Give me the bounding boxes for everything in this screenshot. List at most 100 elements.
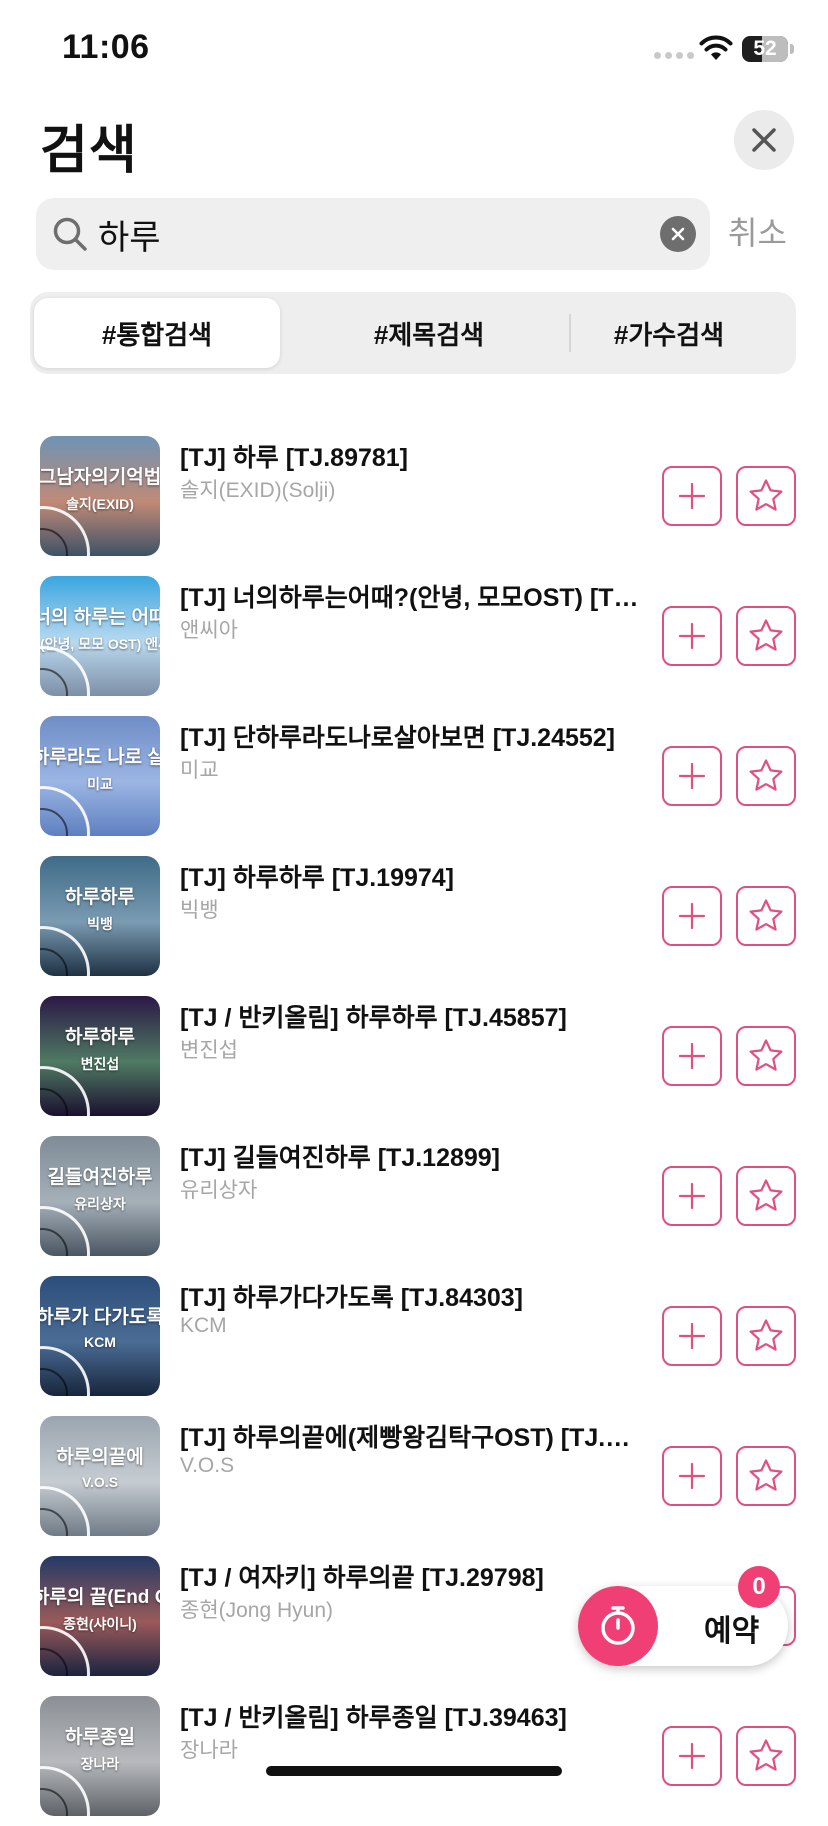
add-to-queue-button[interactable] [662, 1026, 722, 1086]
add-to-queue-button[interactable] [662, 1166, 722, 1226]
song-artist: 변진섭 [180, 1039, 238, 1062]
star-icon [747, 1737, 785, 1775]
song-artist: 미교 [180, 759, 219, 782]
favorite-button[interactable] [736, 1026, 796, 1086]
favorite-button[interactable] [736, 1306, 796, 1366]
song-artist: 유리상자 [180, 1179, 258, 1202]
favorite-button[interactable] [736, 1726, 796, 1786]
add-to-queue-button[interactable] [662, 746, 722, 806]
star-icon [747, 1317, 785, 1355]
favorite-button[interactable] [736, 746, 796, 806]
star-icon [747, 477, 785, 515]
star-icon [747, 1457, 785, 1495]
song-row[interactable]: 하루종일 장나라 [TJ / 반키올림] 하루종일 [TJ.39463] 장나라 [0, 1686, 828, 1826]
song-row[interactable]: 너의 하루는 어때(안녕, 모모 OST) 앤씨아 [TJ] 너의하루는어때?(안… [0, 566, 828, 706]
song-title: [TJ] 하루가다가도록 [TJ.84303] [180, 1284, 524, 1312]
plus-icon [677, 1321, 707, 1351]
clear-search-button[interactable] [660, 216, 696, 252]
stopwatch-icon [578, 1586, 658, 1666]
plus-icon [677, 901, 707, 931]
cellular-signal-icon [654, 52, 694, 59]
add-to-queue-button[interactable] [662, 886, 722, 946]
thumbnail-title: 하루가 다가도록 [40, 1307, 160, 1328]
album-thumbnail[interactable]: 하루가 다가도록 KCM [40, 1276, 160, 1396]
song-title: [TJ / 반키올림] 하루종일 [TJ.39463] [180, 1704, 567, 1732]
add-to-queue-button[interactable] [662, 606, 722, 666]
song-artist: 솔지(EXID)(Solji) [180, 479, 336, 502]
album-thumbnail[interactable]: 하루라도 나로 살아미교 [40, 716, 160, 836]
search-type-tabs: #통합검색 #제목검색 #가수검색 [30, 292, 796, 374]
album-thumbnail[interactable]: 하루하루 빅뱅 [40, 856, 160, 976]
plus-icon [677, 481, 707, 511]
plus-icon [677, 1741, 707, 1771]
status-time: 11:06 [62, 28, 150, 66]
song-title: [TJ] 하루하루 [TJ.19974] [180, 864, 455, 892]
favorite-button[interactable] [736, 1166, 796, 1226]
favorite-button[interactable] [736, 606, 796, 666]
tab-title-search[interactable]: #제목검색 [306, 298, 552, 368]
star-icon [747, 1037, 785, 1075]
thumbnail-title: 하루의 끝(End Of A Day) [40, 1587, 160, 1608]
thumbnail-title: 너의 하루는 어때 [40, 607, 160, 628]
star-icon [747, 1177, 785, 1215]
song-row[interactable]: 하루하루 변진섭 [TJ / 반키올림] 하루하루 [TJ.45857] 변진섭 [0, 986, 828, 1126]
star-icon [747, 757, 785, 795]
song-row[interactable]: 하루라도 나로 살아미교 [TJ] 단하루라도나로살아보면 [TJ.24552] 미… [0, 706, 828, 846]
search-input[interactable] [98, 212, 658, 256]
add-to-queue-button[interactable] [662, 466, 722, 526]
tab-artist-search[interactable]: #가수검색 [546, 298, 792, 368]
album-thumbnail[interactable]: 하루종일 장나라 [40, 1696, 160, 1816]
reserve-label: 예약 [704, 1615, 760, 1648]
star-icon [747, 897, 785, 935]
song-artist: 장나라 [180, 1739, 238, 1762]
add-to-queue-button[interactable] [662, 1446, 722, 1506]
search-bar [36, 198, 710, 270]
album-thumbnail[interactable]: 그남자의기억법 솔지(EXID) [40, 436, 160, 556]
reserve-count-badge: 0 [738, 1566, 780, 1608]
tab-integrated-search[interactable]: #통합검색 [34, 298, 280, 368]
album-thumbnail[interactable]: 하루하루 변진섭 [40, 996, 160, 1116]
song-row[interactable]: 하루하루 빅뱅 [TJ] 하루하루 [TJ.19974] 빅뱅 [0, 846, 828, 986]
plus-icon [677, 1181, 707, 1211]
favorite-button[interactable] [736, 886, 796, 946]
home-indicator [266, 1766, 562, 1776]
song-title: [TJ] 하루의끝에(제빵왕김탁구OST) [TJ.3xxxx] [180, 1424, 640, 1452]
thumbnail-title: 하루라도 나로 살아 [40, 747, 160, 768]
page-title: 검색 [40, 122, 138, 180]
album-thumbnail[interactable]: 너의 하루는 어때(안녕, 모모 OST) 앤씨아 [40, 576, 160, 696]
favorite-button[interactable] [736, 1446, 796, 1506]
battery-level: 52 [753, 37, 777, 60]
thumbnail-title: 하루종일 [65, 1727, 135, 1748]
song-row[interactable]: 그남자의기억법 솔지(EXID) [TJ] 하루 [TJ.89781] 솔지(EXID… [0, 426, 828, 566]
wifi-icon [699, 35, 733, 60]
song-row[interactable]: 하루의끝에 V.O.S [TJ] 하루의끝에(제빵왕김탁구OST) [TJ.3xxx… [0, 1406, 828, 1546]
song-title: [TJ] 하루 [TJ.89781] [180, 444, 409, 472]
thumbnail-title: 그남자의기억법 [40, 467, 160, 488]
album-thumbnail[interactable]: 하루의끝에 V.O.S [40, 1416, 160, 1536]
album-thumbnail[interactable]: 길들여진하루 유리상자 [40, 1136, 160, 1256]
star-icon [747, 617, 785, 655]
add-to-queue-button[interactable] [662, 1306, 722, 1366]
song-title: [TJ / 반키올림] 하루하루 [TJ.45857] [180, 1004, 567, 1032]
close-icon [752, 128, 776, 152]
plus-icon [677, 1461, 707, 1491]
song-artist: 앤씨아 [180, 619, 238, 642]
cancel-button[interactable]: 취소 [728, 208, 787, 254]
status-bar: 11:06 52 [0, 0, 828, 96]
song-title: [TJ] 너의하루는어때?(안녕, 모모OST) [TJ.xxxxx] [180, 584, 640, 612]
song-artist: V.O.S [180, 1454, 235, 1477]
thumbnail-title: 하루의끝에 [56, 1447, 144, 1468]
plus-icon [677, 621, 707, 651]
song-artist: 종현(Jong Hyun) [180, 1599, 334, 1622]
song-row[interactable]: 길들여진하루 유리상자 [TJ] 길들여진하루 [TJ.12899] 유리상자 [0, 1126, 828, 1266]
song-artist: KCM [180, 1314, 227, 1337]
song-row[interactable]: 하루가 다가도록 KCM [TJ] 하루가다가도록 [TJ.84303] KCM [0, 1266, 828, 1406]
song-title: [TJ / 여자키] 하루의끝 [TJ.29798] [180, 1564, 544, 1592]
song-artist: 빅뱅 [180, 899, 219, 922]
plus-icon [677, 1041, 707, 1071]
favorite-button[interactable] [736, 466, 796, 526]
close-button[interactable] [734, 110, 794, 170]
plus-icon [677, 761, 707, 791]
album-thumbnail[interactable]: 하루의 끝(End Of A Day)종현(샤이니) [40, 1556, 160, 1676]
add-to-queue-button[interactable] [662, 1726, 722, 1786]
